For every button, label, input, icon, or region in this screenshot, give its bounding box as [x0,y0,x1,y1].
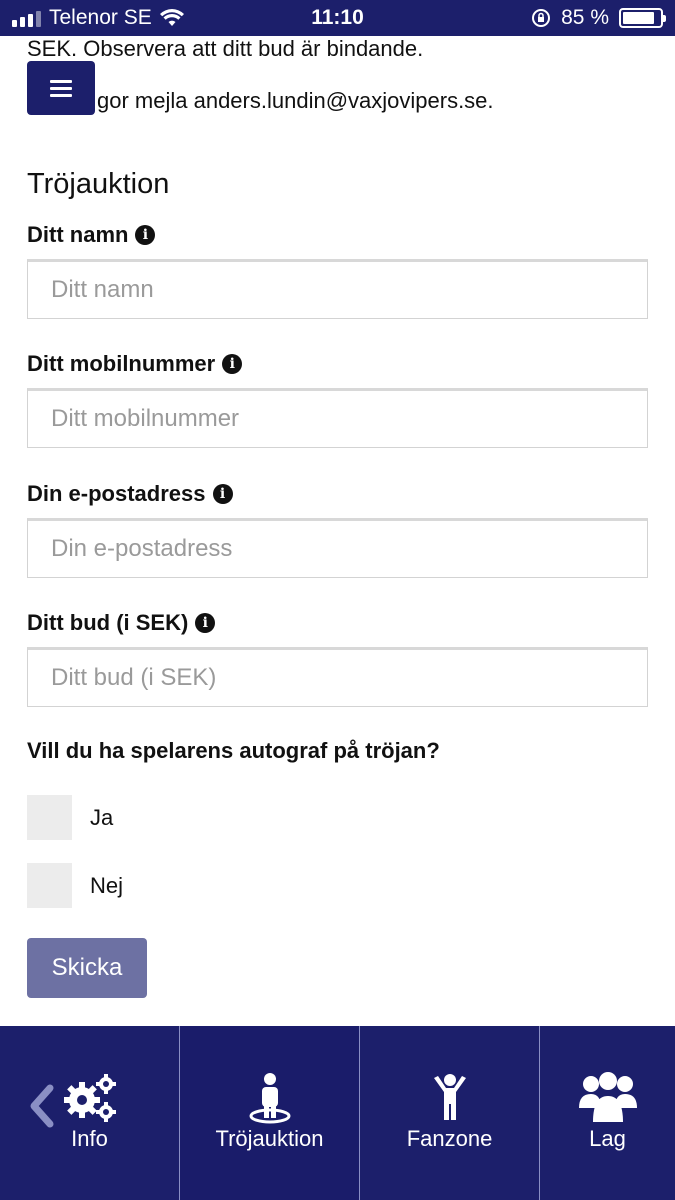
info-icon[interactable]: i [195,613,216,633]
email-label-text: Din e-postadress [27,481,206,506]
battery-percent: 85 % [561,6,609,29]
nav-item-fanzone[interactable]: Fanzone [360,1026,540,1200]
option-nej-checkbox[interactable] [27,863,72,908]
name-input[interactable] [27,259,648,319]
nav-label-info[interactable]: Info [71,1126,108,1152]
name-label: Ditt namn i [27,222,156,248]
info-icon[interactable]: i [135,225,156,245]
intro-line-2: gor mejla anders.lundin@vaxjovipers.se. [97,88,494,113]
gears-icon [62,1070,118,1126]
option-ja-label[interactable]: Ja [90,805,113,831]
status-left: Telenor SE [12,6,184,30]
bid-label-text: Ditt bud (i SEK) [27,610,189,635]
info-icon[interactable]: i [212,484,233,504]
nav-label-lag[interactable]: Lag [589,1126,626,1152]
hamburger-icon [50,76,72,101]
mobile-label-text: Ditt mobilnummer [27,351,216,376]
info-icon[interactable]: i [222,354,243,374]
chevron-left-icon[interactable] [26,1084,56,1128]
cheering-person-icon [430,1070,470,1126]
hamburger-menu-button[interactable] [27,61,95,115]
mobile-input[interactable] [27,388,648,448]
rotation-lock-icon [532,9,551,27]
nav-label-fanzone[interactable]: Fanzone [407,1126,493,1152]
form-title: Tröjauktion [27,168,170,200]
wifi-icon [159,9,184,26]
intro-line-1: SEK. Observera att ditt bud är bindande. [27,36,424,61]
group-icon [578,1070,637,1126]
signal-icon [12,9,41,27]
bid-label: Ditt bud (i SEK) i [27,610,216,636]
autograph-question: Vill du ha spelarens autograf på tröjan? [27,738,440,763]
status-bar: Telenor SE 11:10 85 % [0,0,675,36]
battery-icon [619,8,666,28]
carrier-name: Telenor SE [49,6,152,29]
name-label-text: Ditt namn [27,222,129,247]
submit-button[interactable]: Skicka [27,938,147,998]
option-ja[interactable]: Ja [27,795,113,840]
person-pin-icon [248,1070,292,1126]
email-label: Din e-postadress i [27,481,233,507]
option-ja-checkbox[interactable] [27,795,72,840]
status-right: 85 % [531,6,666,30]
nav-item-lag[interactable]: Lag [540,1026,675,1200]
nav-label-trojauktion[interactable]: Tröjauktion [215,1126,323,1152]
nav-item-info[interactable]: Info [0,1026,180,1200]
bottom-nav: Info Tröjauktion Fanzone Lag [0,1026,675,1200]
email-input[interactable] [27,518,648,578]
option-nej[interactable]: Nej [27,863,123,908]
mobile-label: Ditt mobilnummer i [27,351,243,377]
option-nej-label[interactable]: Nej [90,873,123,899]
nav-item-trojauktion[interactable]: Tröjauktion [180,1026,360,1200]
battery-fill [623,12,654,24]
bid-input[interactable] [27,647,648,707]
